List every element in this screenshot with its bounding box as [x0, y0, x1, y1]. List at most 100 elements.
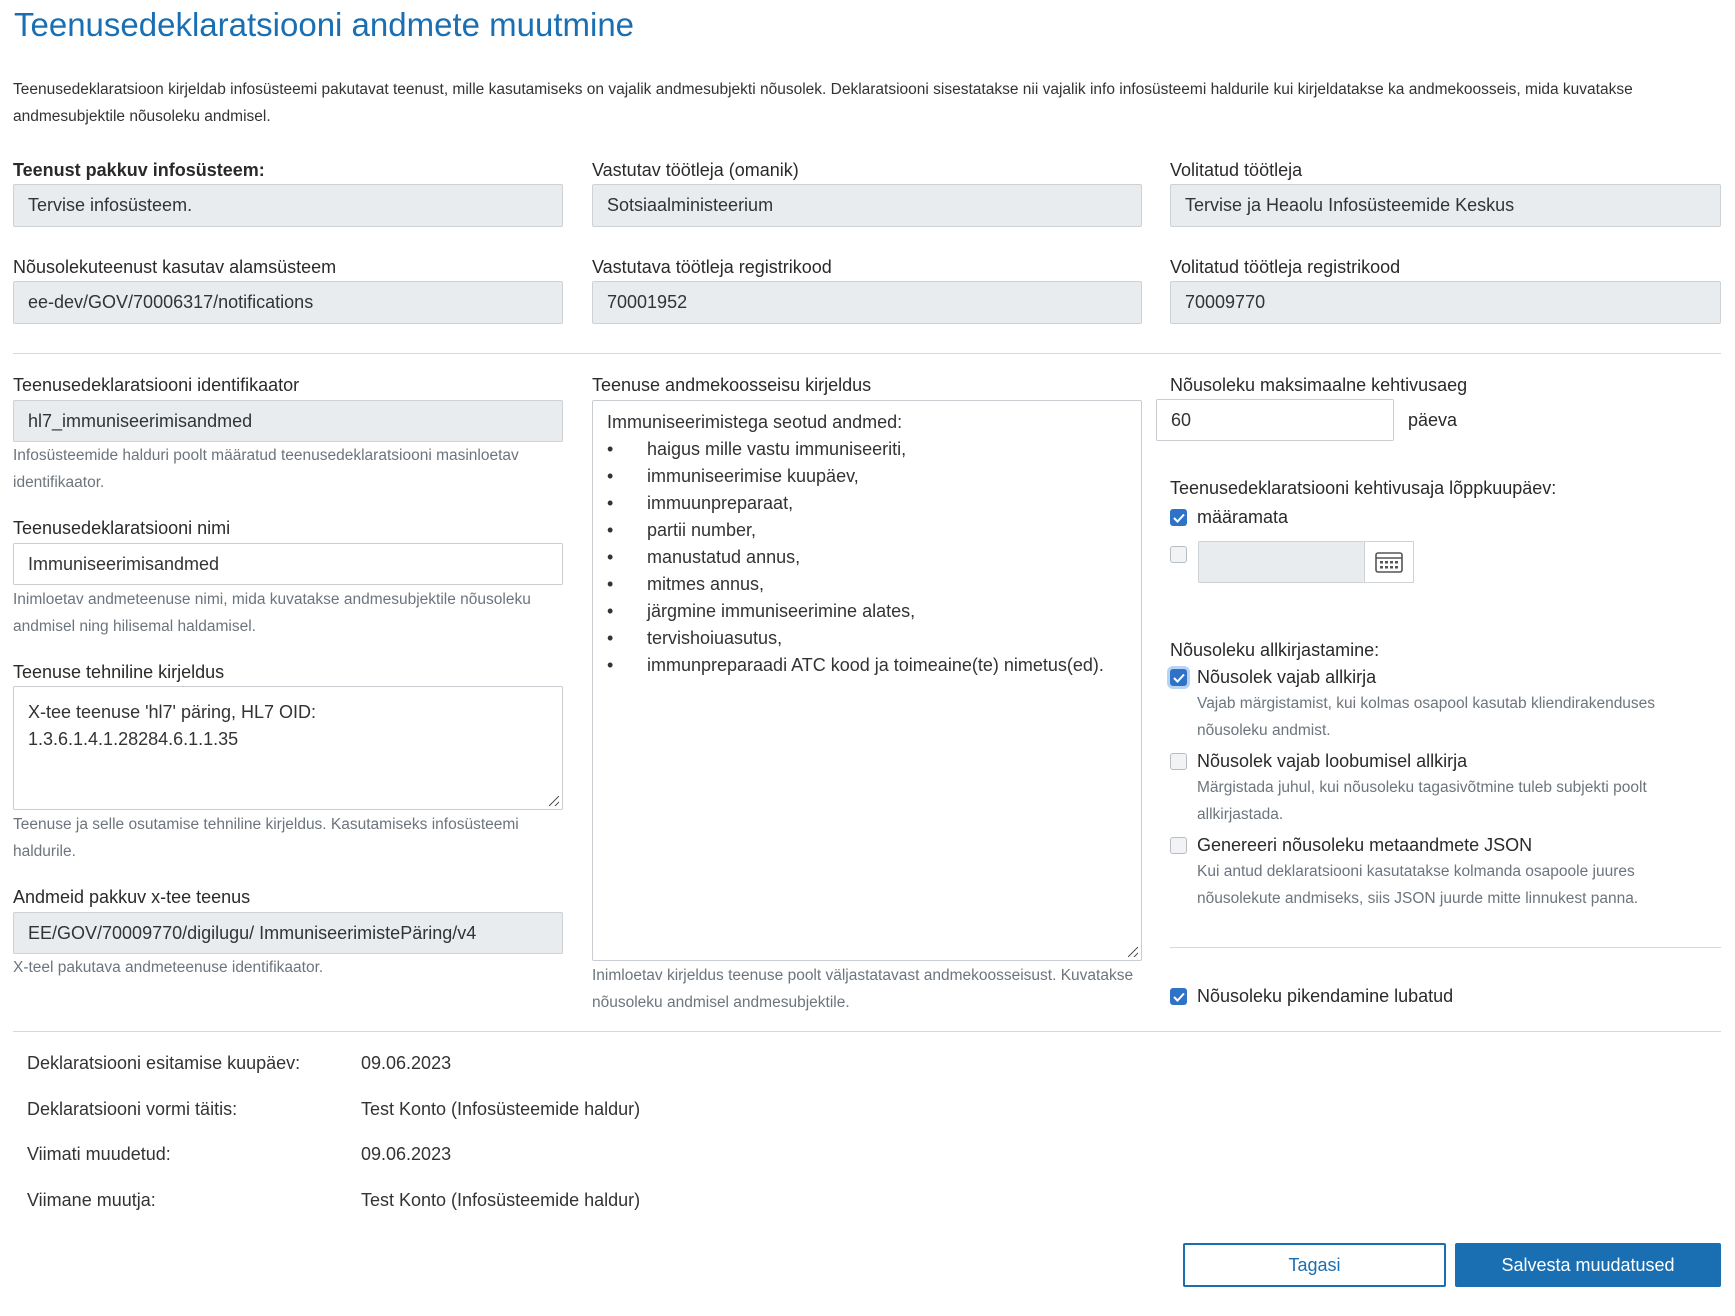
description-label: Teenuse andmekoosseisu kirjeldus [592, 375, 872, 395]
description-list-item: • järgmine immuniseerimine alates, [607, 598, 1127, 625]
max-validity-input[interactable]: 60 [1156, 399, 1394, 441]
xroad-label: Andmeid pakkuv x-tee teenus [13, 887, 251, 907]
description-item-text: mitmes annus, [647, 574, 765, 594]
controller-code-field: 70001952 [592, 281, 1142, 324]
extension-label: Nõusoleku pikendamine lubatud [1197, 986, 1454, 1006]
identifier-label: Teenusedeklaratsiooni identifikaator [13, 375, 300, 395]
description-list-item: • partii number, [607, 517, 1127, 544]
filler-value: Test Konto (Infosüsteemide haldur) [361, 1099, 641, 1119]
description-item-text: partii number, [647, 520, 757, 540]
description-item-text: haigus mille vastu immuniseeriti, [647, 439, 907, 459]
bottom-divider [13, 1031, 1721, 1032]
description-heading: Immuniseerimistega seotud andmed: [607, 412, 903, 432]
right-divider [1170, 947, 1721, 948]
controller-code-label: Vastutava töötleja registrikood [592, 257, 832, 277]
checkmark-icon [1172, 992, 1185, 1002]
back-button[interactable]: Tagasi [1183, 1243, 1446, 1287]
description-item-text: immunpreparaadi ATC kood ja toimeaine(te… [647, 655, 1104, 675]
extension-checkbox[interactable] [1170, 988, 1187, 1005]
description-list-item: • haigus mille vastu immuniseeriti, [607, 436, 1127, 463]
submitted-label: Deklaratsiooni esitamise kuupäev: [27, 1053, 301, 1073]
revoke-signature-help: Märgistada juhul, kui nõusoleku tagasivõ… [1197, 779, 1647, 823]
tech-line-2: 1.3.6.1.4.1.28284.6.1.1.35 [28, 729, 239, 749]
end-date-checkbox-row[interactable] [1170, 546, 1187, 563]
resize-handle-icon[interactable] [1128, 947, 1138, 957]
name-label: Teenusedeklaratsiooni nimi [13, 518, 231, 538]
bullet-marker: • [607, 439, 614, 459]
extension-row[interactable]: Nõusoleku pikendamine lubatud [1170, 986, 1453, 1007]
json-checkbox[interactable] [1170, 837, 1187, 854]
description-list-item: • mitmes annus, [607, 571, 1127, 598]
bullet-marker: • [607, 547, 614, 567]
modifier-label: Viimane muutja: [27, 1190, 156, 1210]
page-title: Teenusedeklaratsiooni andmete muutmine [14, 6, 635, 43]
json-label: Genereeri nõusoleku metaandmete JSON [1197, 835, 1533, 855]
description-list-item: • tervishoiuasutus, [607, 625, 1127, 652]
unlimited-checkbox[interactable] [1170, 509, 1187, 526]
end-date-label: Teenusedeklaratsiooni kehtivusaja lõppku… [1170, 478, 1557, 498]
tech-textarea[interactable]: X-tee teenuse 'hl7' päring, HL7 OID: 1.3… [13, 686, 563, 810]
needs-signature-checkbox[interactable] [1170, 669, 1187, 686]
subsystem-label: Nõusolekuteenust kasutav alamsüsteem [13, 257, 337, 277]
filler-label: Deklaratsiooni vormi täitis: [27, 1099, 238, 1119]
calendar-icon [1375, 552, 1403, 573]
provider-system-field: Tervise infosüsteem. [13, 184, 563, 227]
description-list-item: • immunpreparaadi ATC kood ja toimeaine(t… [607, 652, 1127, 679]
save-button[interactable]: Salvesta muudatused [1455, 1243, 1721, 1287]
calendar-button[interactable] [1364, 541, 1414, 583]
checkmark-icon [1172, 513, 1185, 523]
description-list: • haigus mille vastu immuniseeriti, • immun… [607, 436, 1127, 679]
processor-code-label: Volitatud töötleja registrikood [1170, 257, 1401, 277]
revoke-signature-row[interactable]: Nõusolek vajab loobumisel allkirja [1170, 751, 1467, 772]
description-list-item: • immuniseerimise kuupäev, [607, 463, 1127, 490]
xroad-field: EE/GOV/70009770/digilugu/ Immuniseerimis… [13, 912, 563, 954]
end-date-checkbox[interactable] [1170, 546, 1187, 563]
description-item-text: manustatud annus, [647, 547, 801, 567]
json-help: Kui antud deklaratsiooni kasutatakse kol… [1197, 863, 1639, 907]
description-list-item: • manustatud annus, [607, 544, 1127, 571]
description-list-item: • immuunpreparaat, [607, 490, 1127, 517]
max-validity-label: Nõusoleku maksimaalne kehtivusaeg [1170, 375, 1468, 395]
controller-label: Vastutav töötleja (omanik) [592, 160, 799, 180]
description-item-text: immuniseerimise kuupäev, [647, 466, 859, 486]
processor-code-field: 70009770 [1170, 281, 1721, 324]
unlimited-label: määramata [1197, 507, 1289, 527]
needs-signature-help: Vajab märgistamist, kui kolmas osapool k… [1197, 695, 1656, 739]
modified-label: Viimati muudetud: [27, 1144, 171, 1164]
modifier-value: Test Konto (Infosüsteemide haldur) [361, 1190, 641, 1210]
tech-label: Teenuse tehniline kirjeldus [13, 662, 225, 682]
json-row[interactable]: Genereeri nõusoleku metaandmete JSON [1170, 835, 1532, 856]
resize-handle-icon[interactable] [549, 796, 559, 806]
description-textarea[interactable]: Immuniseerimistega seotud andmed: • haigu… [592, 400, 1142, 961]
end-date-input[interactable] [1198, 541, 1364, 583]
subsystem-field: ee-dev/GOV/70006317/notifications [13, 281, 563, 324]
bullet-marker: • [607, 466, 614, 486]
needs-signature-label: Nõusolek vajab allkirja [1197, 667, 1377, 687]
description-item-text: immuunpreparaat, [647, 493, 794, 513]
processor-field: Tervise ja Heaolu Infosüsteemide Keskus [1170, 184, 1721, 227]
provider-system-label: Teenust pakkuv infosüsteem: [13, 160, 265, 180]
submitted-value: 09.06.2023 [361, 1053, 452, 1073]
max-validity-unit: päeva [1408, 410, 1458, 430]
revoke-signature-checkbox[interactable] [1170, 753, 1187, 770]
processor-label: Volitatud töötleja [1170, 160, 1303, 180]
tech-line-1: X-tee teenuse 'hl7' päring, HL7 OID: [28, 702, 317, 722]
bullet-marker: • [607, 655, 614, 675]
intro-text: Teenusedeklaratsioon kirjeldab infosüste… [13, 81, 1633, 125]
identifier-field: hl7_immuniseerimisandmed [13, 400, 563, 442]
signing-label: Nõusoleku allkirjastamine: [1170, 640, 1380, 660]
section-divider [13, 353, 1721, 354]
bullet-marker: • [607, 493, 614, 513]
description-item-text: järgmine immuniseerimine alates, [647, 601, 916, 621]
modified-value: 09.06.2023 [361, 1144, 452, 1164]
name-input[interactable]: Immuniseerimisandmed [13, 543, 563, 585]
description-help: Inimloetav kirjeldus teenuse poolt välja… [592, 967, 1134, 1011]
bullet-marker: • [607, 520, 614, 540]
description-item-text: tervishoiuasutus, [647, 628, 783, 648]
needs-signature-row[interactable]: Nõusolek vajab allkirja [1170, 667, 1376, 688]
xroad-help: X-teel pakutava andmeteenuse identifikaa… [13, 959, 324, 976]
controller-field: Sotsiaalministeerium [592, 184, 1142, 227]
tech-help: Teenuse ja selle osutamise tehniline kir… [13, 816, 519, 860]
name-help: Inimloetav andmeteenuse nimi, mida kuvat… [13, 591, 531, 635]
unlimited-checkbox-row[interactable]: määramata [1170, 507, 1288, 528]
